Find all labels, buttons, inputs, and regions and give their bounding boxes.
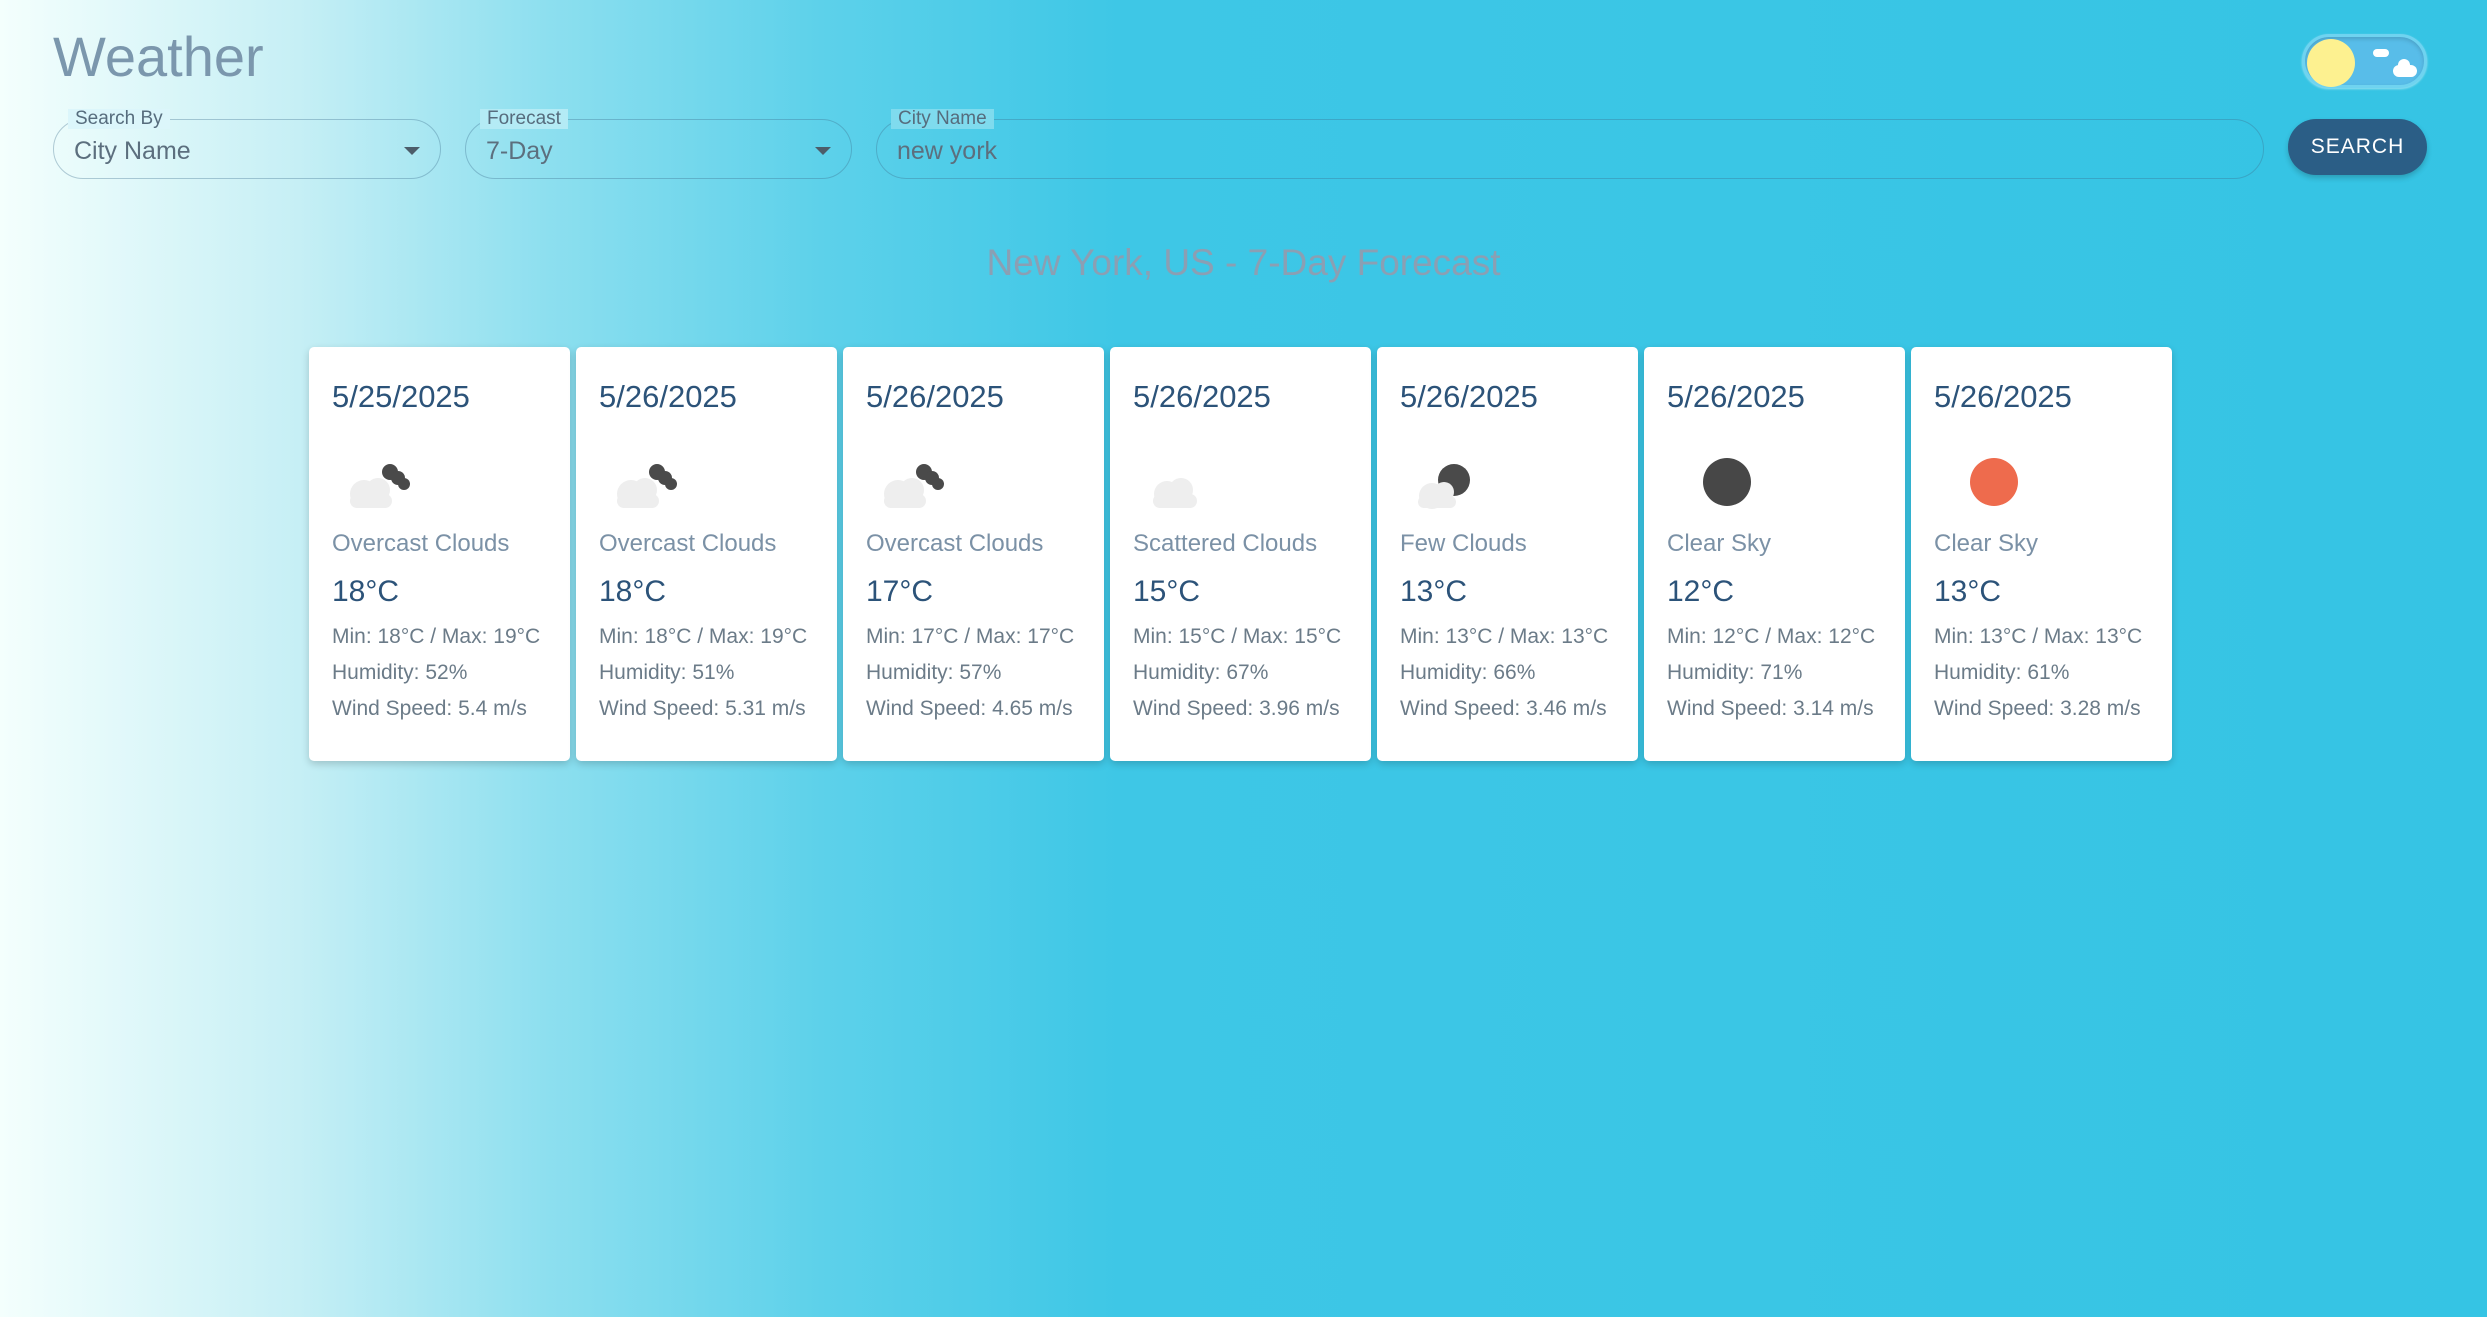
forecast-card: 5/26/2025 Overcast Clouds 18°C Min: 18°C… [576,347,837,761]
card-temperature: 13°C [1934,575,2002,608]
card-humidity: Humidity: 66% [1400,661,1536,684]
forecast-card: 5/26/2025 Scattered Clouds 15°C Min: 15°… [1110,347,1371,761]
card-date: 5/26/2025 [1133,379,1271,414]
card-wind-speed: Wind Speed: 3.46 m/s [1400,697,1607,720]
clear-sky-night-icon [1703,458,1751,506]
card-humidity: Humidity: 71% [1667,661,1803,684]
card-humidity: Humidity: 57% [866,661,1002,684]
card-date: 5/26/2025 [1400,379,1538,414]
card-min-max: Min: 18°C / Max: 19°C [332,625,541,648]
card-temperature: 12°C [1667,575,1735,608]
card-date: 5/26/2025 [1667,379,1805,414]
card-description: Scattered Clouds [1133,530,1318,557]
forecast-card: 5/26/2025 Few Clouds 13°C Min: 13°C / Ma… [1377,347,1638,761]
forecast-card: 5/26/2025 Overcast Clouds 17°C Min: 17°C… [843,347,1104,761]
card-min-max: Min: 15°C / Max: 15°C [1133,625,1342,648]
overcast-clouds-icon [884,464,944,508]
forecast-card: 5/25/2025 Overcast Clouds 18°C Min: 18°C… [309,347,570,761]
card-date: 5/26/2025 [1934,379,2072,414]
app-title: Weather [53,25,264,88]
city-name-label: City Name [891,109,994,129]
card-description: Overcast Clouds [332,530,510,557]
card-temperature: 15°C [1133,575,1201,608]
card-description: Overcast Clouds [599,530,777,557]
theme-toggle[interactable] [2302,34,2427,88]
card-wind-speed: Wind Speed: 3.96 m/s [1133,697,1340,720]
forecast-card: 5/26/2025 Clear Sky 13°C Min: 13°C / Max… [1911,347,2172,761]
search-button[interactable]: SEARCH [2288,119,2427,175]
card-temperature: 18°C [599,575,667,608]
card-min-max: Min: 13°C / Max: 13°C [1934,625,2143,648]
card-wind-speed: Wind Speed: 5.4 m/s [332,697,527,720]
card-humidity: Humidity: 61% [1934,661,2070,684]
card-min-max: Min: 17°C / Max: 17°C [866,625,1075,648]
cloud-icon [2373,49,2389,57]
card-description: Few Clouds [1400,530,1527,557]
sun-icon [2307,39,2355,87]
card-humidity: Humidity: 52% [332,661,468,684]
card-wind-speed: Wind Speed: 3.14 m/s [1667,697,1874,720]
search-by-label: Search By [68,109,170,129]
forecast-select[interactable]: Forecast 7-Day [465,109,852,179]
card-wind-speed: Wind Speed: 3.28 m/s [1934,697,2141,720]
forecast-label: Forecast [480,109,568,129]
overcast-clouds-icon [617,464,677,508]
chevron-down-icon[interactable] [815,147,831,155]
card-date: 5/25/2025 [332,379,470,414]
card-description: Overcast Clouds [866,530,1044,557]
card-temperature: 13°C [1400,575,1468,608]
card-temperature: 18°C [332,575,400,608]
card-min-max: Min: 18°C / Max: 19°C [599,625,808,648]
forecast-value: 7-Day [486,137,553,165]
card-temperature: 17°C [866,575,934,608]
card-humidity: Humidity: 51% [599,661,735,684]
few-clouds-night-icon [1418,464,1470,509]
cloud-icon [2393,59,2417,77]
chevron-down-icon[interactable] [404,147,420,155]
card-wind-speed: Wind Speed: 5.31 m/s [599,697,806,720]
card-min-max: Min: 13°C / Max: 13°C [1400,625,1609,648]
forecast-title: New York, US - 7-Day Forecast [986,242,1501,283]
city-name-input[interactable]: City Name new york [876,109,2264,179]
clear-sky-day-icon [1970,458,2018,506]
card-min-max: Min: 12°C / Max: 12°C [1667,625,1876,648]
card-humidity: Humidity: 67% [1133,661,1269,684]
card-wind-speed: Wind Speed: 4.65 m/s [866,697,1073,720]
search-by-select[interactable]: Search By City Name [53,109,441,179]
forecast-card: 5/26/2025 Clear Sky 12°C Min: 12°C / Max… [1644,347,1905,761]
card-description: Clear Sky [1934,530,2039,557]
card-date: 5/26/2025 [599,379,737,414]
card-date: 5/26/2025 [866,379,1004,414]
overcast-clouds-icon [350,464,410,508]
scattered-clouds-icon [1153,478,1197,508]
search-by-value: City Name [74,137,191,165]
card-description: Clear Sky [1667,530,1772,557]
city-name-value[interactable]: new york [897,137,997,166]
